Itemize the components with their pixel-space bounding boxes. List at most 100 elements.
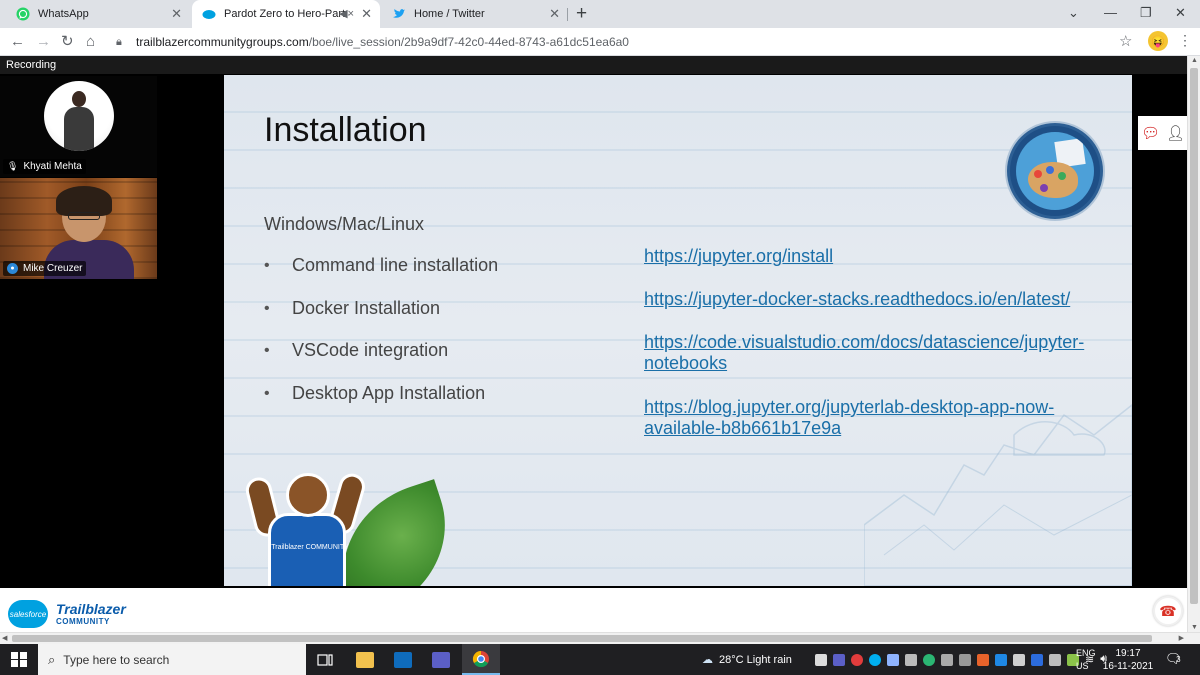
url-domain: trailblazercommunitygroups.com [136, 35, 309, 49]
speaker-muted-icon[interactable]: ◀× [339, 7, 354, 20]
tray-battery-icon[interactable] [1013, 653, 1025, 666]
art-palette-badge-icon [1007, 123, 1103, 219]
brand-sub: COMMUNITY [56, 617, 110, 626]
minimize-button[interactable]: — [1104, 5, 1117, 20]
taskbar-teams[interactable] [422, 644, 460, 675]
tab-label: Home / Twitter [414, 8, 485, 20]
close-tab-icon[interactable]: ✕ [171, 7, 182, 21]
chat-icon[interactable]: 💬︎ [1141, 124, 1160, 142]
weather-widget[interactable]: ☁ 28°C Light rain [702, 644, 792, 675]
system-tray: ≋ 🔊︎ [812, 644, 1110, 675]
tray-antivirus-icon[interactable] [851, 653, 863, 666]
tray-security-icon[interactable] [995, 653, 1007, 666]
back-button[interactable]: ← [10, 33, 25, 51]
lock-icon[interactable]: 🔒︎ [116, 36, 122, 49]
tray-gear-icon[interactable] [923, 653, 935, 666]
reload-button[interactable]: ↻ [61, 33, 74, 51]
maximize-button[interactable]: ❐ [1140, 5, 1152, 21]
participant-avatar [44, 81, 114, 151]
scroll-up-icon[interactable]: ▲ [1191, 57, 1198, 64]
new-tab-button[interactable]: + [576, 4, 587, 24]
salesforce-cloud-icon [202, 7, 216, 21]
url-text[interactable]: trailblazercommunitygroups.com/boe/live_… [136, 35, 629, 49]
participant-tile[interactable]: ● Mike Creuzer [0, 178, 157, 279]
participant-nametag: ● Mike Creuzer [3, 261, 87, 276]
forward-button[interactable]: → [36, 33, 51, 51]
taskbar-chrome[interactable] [462, 644, 500, 675]
slide-subtitle: Windows/Mac/Linux [264, 214, 425, 234]
bluetooth-icon[interactable] [1031, 653, 1043, 666]
task-view-icon [317, 653, 333, 666]
tray-sync-icon[interactable] [887, 653, 899, 666]
participants-icon[interactable]: 👤︎ [1166, 124, 1185, 142]
teams-icon [432, 651, 450, 668]
tray-display-icon[interactable] [1049, 653, 1061, 666]
scroll-left-icon[interactable]: ◀ [2, 634, 7, 642]
url-path: /boe/live_session/2b9a9df7-42c0-44ed-874… [308, 35, 629, 49]
omnibox[interactable]: 🔒︎ trailblazercommunitygroups.com/boe/li… [108, 31, 1146, 53]
taskbar-clock[interactable]: 19:17 16-11-2021 [1100, 647, 1156, 673]
recording-label: Recording [6, 59, 57, 71]
tab-label: WhatsApp [38, 8, 89, 20]
action-center-button[interactable]: 🗨︎ 3 [1165, 651, 1190, 667]
slide-title: Installation [264, 111, 427, 149]
language-code: ENG [1076, 648, 1096, 658]
whatsapp-icon [16, 7, 30, 21]
windows-taskbar: ⌕ Type here to search ☁ 28°C Light rain [0, 644, 1200, 675]
scroll-right-icon[interactable]: ▶ [1179, 634, 1184, 642]
taskbar-outlook[interactable] [384, 644, 422, 675]
input-language[interactable]: ENG US [1076, 647, 1096, 673]
tray-app-icon[interactable] [815, 653, 827, 666]
participant-video [56, 186, 112, 242]
tray-lock-icon[interactable] [959, 653, 971, 666]
tray-skype-icon[interactable] [869, 653, 881, 666]
taskbar-file-explorer[interactable] [346, 644, 384, 675]
meeting-footer: salesforce Trailblazer COMMUNITY ☎ [0, 588, 1187, 632]
tray-teams-icon[interactable] [833, 653, 845, 666]
region-code: US [1076, 661, 1089, 671]
task-view-button[interactable] [306, 644, 344, 675]
tray-keyboard-icon[interactable] [905, 653, 917, 666]
horizontal-scrollbar[interactable]: ◀ ▶ [0, 632, 1200, 644]
scroll-down-icon[interactable]: ▼ [1191, 624, 1198, 631]
start-button[interactable] [0, 644, 38, 675]
recording-bar: Recording [0, 56, 1200, 74]
bullet-text: VSCode integration [292, 340, 449, 360]
link-docker-stacks[interactable]: https://jupyter-docker-stacks.readthedoc… [644, 289, 1114, 310]
tab-search-chevron-icon[interactable]: ⌄ [1068, 5, 1079, 21]
bullet-text: Docker Installation [292, 297, 441, 318]
link-jupyterlab-desktop[interactable]: https://blog.jupyter.org/jupyterlab-desk… [644, 397, 1114, 439]
participant-nametag: 🎙︎ Khyati Mehta [3, 159, 86, 174]
meeting-stage: Recording 🎙︎ Khyati Mehta ● Mike Creuzer… [0, 56, 1200, 588]
tray-brave-icon[interactable] [977, 653, 989, 666]
tab-whatsapp[interactable]: WhatsApp ✕ [6, 0, 190, 28]
profile-avatar[interactable]: 😝 [1148, 31, 1168, 51]
browser-menu-icon[interactable]: ⋮ [1178, 32, 1192, 49]
cloud-rain-icon: ☁ [702, 654, 713, 666]
vertical-scrollbar[interactable]: ▲ ▼ [1187, 56, 1200, 632]
link-vscode-jupyter[interactable]: https://code.visualstudio.com/docs/datas… [644, 332, 1114, 374]
end-call-button[interactable]: ☎ [1153, 596, 1183, 626]
bookmark-star-icon[interactable]: ☆ [1119, 32, 1132, 50]
close-window-button[interactable]: ✕ [1175, 5, 1186, 21]
home-button[interactable]: ⌂ [86, 33, 95, 51]
link-jupyter-install[interactable]: https://jupyter.org/install [644, 246, 1114, 267]
hang-up-phone-icon: ☎ [1159, 602, 1177, 619]
mascot-shirt-text: Trailblazer COMMUNITY [271, 544, 349, 551]
tab-divider [567, 8, 568, 21]
chrome-icon [472, 650, 489, 667]
participant-tile[interactable]: 🎙︎ Khyati Mehta [0, 76, 157, 177]
presentation-slide: Installation Windows/Mac/Linux • Command … [224, 75, 1132, 586]
taskbar-search[interactable]: ⌕ Type here to search [38, 644, 306, 675]
tab-strip: WhatsApp ✕ Pardot Zero to Hero-Part 8 ◀×… [0, 0, 1200, 28]
tab-pardot-session[interactable]: Pardot Zero to Hero-Part 8 ◀× ✕ [192, 0, 380, 28]
clock-date: 16-11-2021 [1102, 661, 1154, 672]
search-icon: ⌕ [48, 651, 56, 667]
close-tab-icon[interactable]: ✕ [549, 7, 560, 21]
windows-logo-icon [11, 651, 27, 668]
trailblazer-bear-mascot: Trailblazer COMMUNITY [243, 469, 369, 586]
salesforce-logo: salesforce [8, 600, 48, 628]
tab-twitter[interactable]: Home / Twitter ✕ [382, 0, 568, 28]
close-tab-icon[interactable]: ✕ [361, 7, 372, 21]
tray-cloud-icon[interactable] [941, 653, 953, 666]
